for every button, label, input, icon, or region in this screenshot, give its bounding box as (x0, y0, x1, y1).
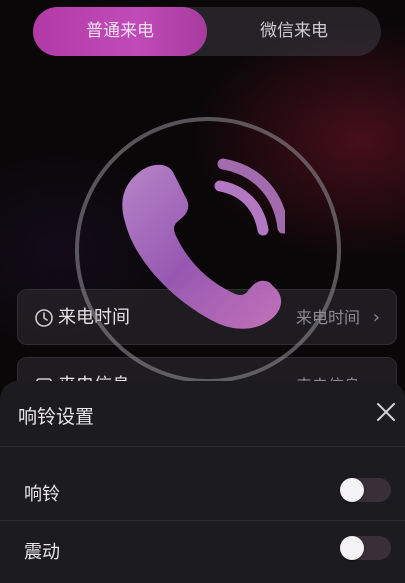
divider (0, 446, 405, 447)
ringtone-settings-sheet: 响铃设置 响铃 震动 (0, 381, 405, 583)
tab-normal-call[interactable]: 普通来电 (33, 7, 207, 56)
ring-label: 响铃 (24, 484, 60, 505)
tab-wechat-call[interactable]: 微信来电 (207, 7, 381, 56)
toggle-knob (340, 478, 364, 502)
chevron-right-icon: › (372, 307, 380, 328)
phone-icon (122, 158, 285, 329)
sheet-title: 响铃设置 (18, 406, 95, 428)
divider (0, 520, 405, 521)
clock-icon (35, 309, 53, 327)
toggle-knob (340, 536, 364, 560)
ring-toggle[interactable] (340, 478, 391, 502)
close-icon[interactable] (375, 401, 397, 423)
vibrate-toggle[interactable] (340, 536, 391, 560)
vibrate-label: 震动 (24, 542, 60, 563)
call-type-tabs: 普通来电 微信来电 (33, 7, 381, 56)
